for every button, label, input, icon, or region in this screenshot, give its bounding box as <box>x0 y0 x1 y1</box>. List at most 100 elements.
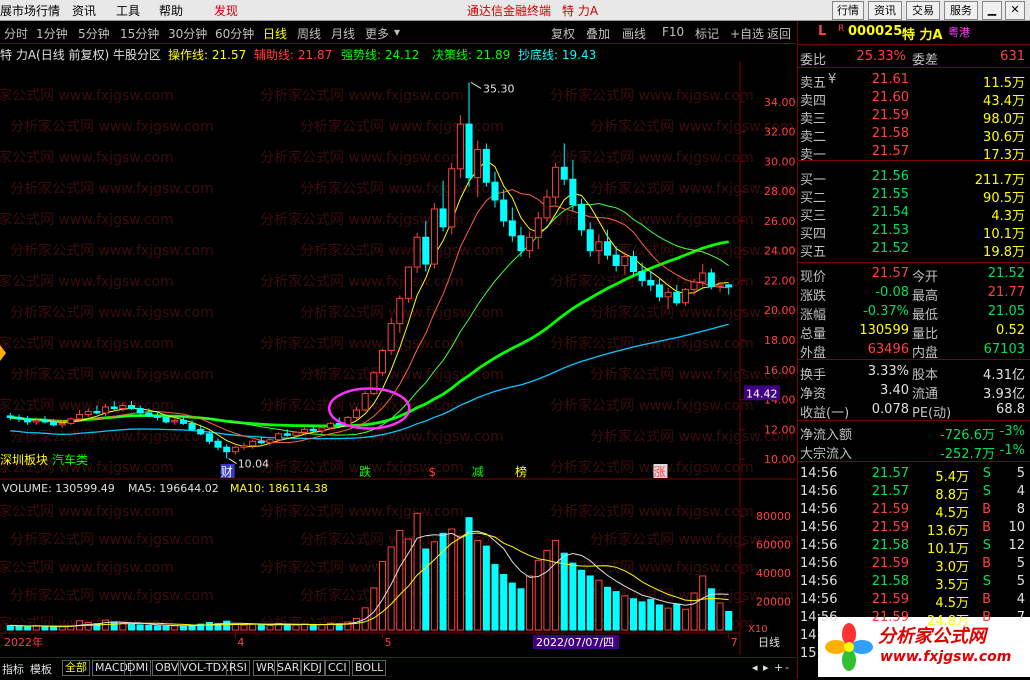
candle-body[interactable] <box>690 281 698 290</box>
volume-bar[interactable] <box>664 607 672 631</box>
period-15min[interactable]: 15分钟 <box>120 25 159 42</box>
candle-body[interactable] <box>569 178 577 206</box>
indicator-tab-10[interactable]: KDJ <box>300 660 325 676</box>
candle-body[interactable] <box>387 323 395 351</box>
volume-bar[interactable] <box>24 625 32 631</box>
candle-body[interactable] <box>595 241 603 252</box>
candle-body[interactable] <box>361 393 369 411</box>
volume-bar[interactable] <box>240 624 248 631</box>
candle-body[interactable] <box>309 428 317 432</box>
volume-bar[interactable] <box>309 624 317 631</box>
candle-body[interactable] <box>491 181 499 201</box>
volume-bar[interactable] <box>249 623 257 631</box>
indicator-tab-11[interactable]: CCI <box>325 660 350 676</box>
candle-body[interactable] <box>292 431 300 436</box>
period-30min[interactable]: 30分钟 <box>168 25 207 42</box>
volume-bar[interactable] <box>448 528 456 631</box>
news-button[interactable]: 资讯 <box>868 1 902 20</box>
menu-help[interactable]: 帮助 <box>159 2 183 19</box>
volume-bar[interactable] <box>716 602 724 631</box>
menu-market[interactable]: 展市场行情 <box>0 2 60 19</box>
volume-bar[interactable] <box>560 552 568 631</box>
candle-body[interactable] <box>517 235 525 252</box>
candle-body[interactable] <box>110 406 118 409</box>
candle-body[interactable] <box>439 208 447 228</box>
candle-body[interactable] <box>647 279 655 286</box>
zoom-out-icon[interactable]: - <box>785 661 789 674</box>
candle-body[interactable] <box>560 166 568 180</box>
overlay-button[interactable]: 叠加 <box>586 25 610 42</box>
candle-body[interactable] <box>612 254 620 267</box>
volume-bar[interactable] <box>50 626 58 631</box>
volume-bar[interactable] <box>508 582 516 631</box>
indicator-tab-5[interactable]: OBV <box>152 660 182 676</box>
back-button[interactable]: 返回 <box>767 25 791 42</box>
add-watchlist-button[interactable]: +自选 <box>730 25 764 42</box>
volume-bar[interactable] <box>569 562 577 631</box>
indicator-tab-2[interactable]: 全部 <box>62 660 90 676</box>
period-60min[interactable]: 60分钟 <box>215 25 254 42</box>
candle-body[interactable] <box>32 419 40 423</box>
volume-bar[interactable] <box>690 592 698 631</box>
volume-bar[interactable] <box>586 575 594 631</box>
candle-body[interactable] <box>586 229 594 252</box>
candle-body[interactable] <box>655 284 663 298</box>
volume-bar[interactable] <box>15 625 23 631</box>
volume-bar[interactable] <box>500 574 508 631</box>
candle-body[interactable] <box>257 440 265 444</box>
candle-body[interactable] <box>179 419 187 424</box>
candle-body[interactable] <box>205 433 213 442</box>
candle-body[interactable] <box>534 217 542 238</box>
candle-body[interactable] <box>638 271 646 281</box>
candle-body[interactable] <box>508 220 516 237</box>
candle-body[interactable] <box>24 418 32 423</box>
candle-body[interactable] <box>664 291 672 298</box>
scroll-right-icon[interactable]: ▸ <box>763 661 769 674</box>
candle-body[interactable] <box>430 208 438 265</box>
volume-chart[interactable]: 分析家公式网 www.fxjgsw.com 分析家公式网 www.fxjgsw.c… <box>0 480 796 655</box>
candle-body[interactable] <box>301 428 309 433</box>
candle-body[interactable] <box>119 405 127 409</box>
kline-chart[interactable]: 分析家公式网 www.fxjgsw.com 分析家公式网 www.fxjgsw.c… <box>0 62 796 480</box>
period-5min[interactable]: 5分钟 <box>78 25 110 42</box>
minimize-icon[interactable]: ▁ <box>982 1 1002 20</box>
volume-bar[interactable] <box>84 622 92 631</box>
volume-bar[interactable] <box>266 624 274 631</box>
volume-bar[interactable] <box>352 617 361 631</box>
period-weekly[interactable]: 周线 <box>297 25 321 42</box>
candle-body[interactable] <box>318 427 326 432</box>
candle-body[interactable] <box>197 428 205 435</box>
candle-body[interactable] <box>76 413 84 420</box>
candle-body[interactable] <box>707 272 715 287</box>
candle-body[interactable] <box>621 256 629 267</box>
candle-body[interactable] <box>482 148 490 183</box>
candle-body[interactable] <box>681 288 689 304</box>
candle-body[interactable] <box>93 410 101 414</box>
candle-body[interactable] <box>465 123 473 179</box>
candle-body[interactable] <box>526 236 534 252</box>
volume-bar[interactable] <box>638 601 646 631</box>
candle-body[interactable] <box>716 284 724 287</box>
draw-line-button[interactable]: 画线 <box>622 25 646 42</box>
candle-body[interactable] <box>249 440 257 447</box>
candle-body[interactable] <box>474 148 482 179</box>
menu-discover[interactable]: 发现 <box>214 2 238 19</box>
candle-body[interactable] <box>378 349 387 374</box>
candle-body[interactable] <box>162 416 170 423</box>
candle-body[interactable] <box>603 241 612 256</box>
volume-bar[interactable] <box>413 512 421 631</box>
volume-bar[interactable] <box>491 564 499 631</box>
volume-bar[interactable] <box>439 532 447 631</box>
indicator-tab-9[interactable]: SAR <box>274 660 303 676</box>
volume-bar[interactable] <box>629 598 638 631</box>
menu-tools[interactable]: 工具 <box>116 2 140 19</box>
candle-body[interactable] <box>223 446 231 453</box>
candle-body[interactable] <box>231 446 239 453</box>
menu-info[interactable]: 资讯 <box>72 2 96 19</box>
scroll-left-icon[interactable]: ◂ <box>752 661 758 674</box>
candle-body[interactable] <box>153 415 161 418</box>
candle-body[interactable] <box>275 433 283 441</box>
volume-bar[interactable] <box>552 539 560 631</box>
candle-body[interactable] <box>500 199 508 222</box>
candle-body[interactable] <box>102 406 110 414</box>
